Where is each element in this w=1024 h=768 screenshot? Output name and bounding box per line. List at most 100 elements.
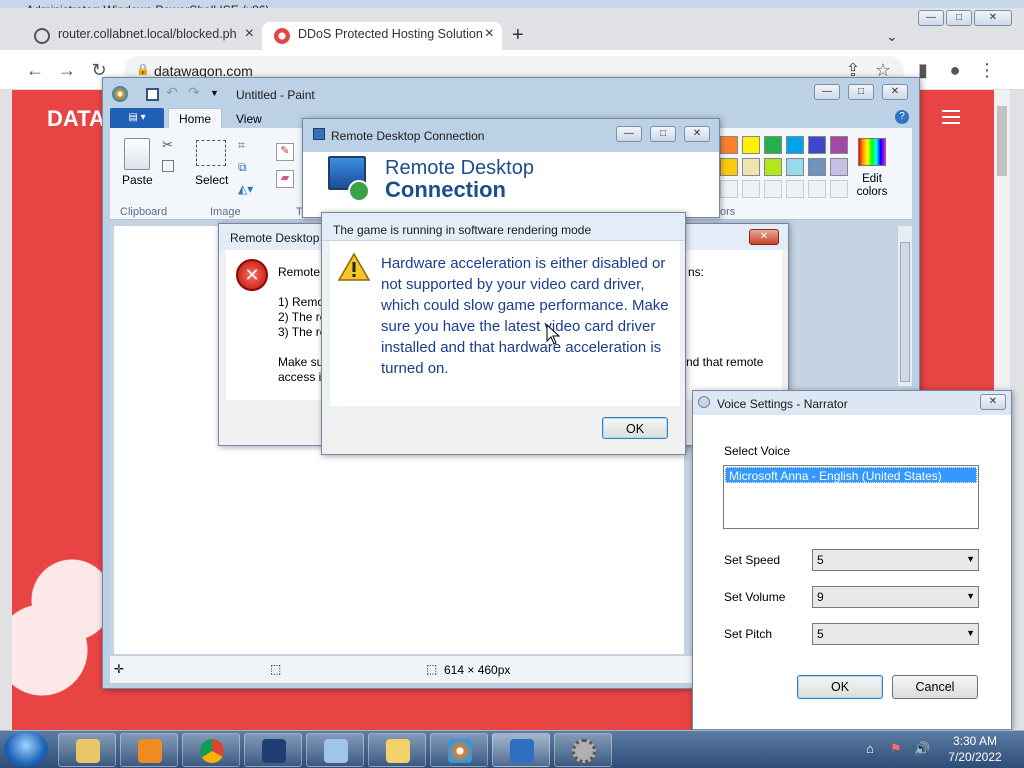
close-icon[interactable]: × — [245, 25, 254, 43]
color-swatch[interactable] — [830, 158, 848, 176]
select-voice-label: Select Voice — [724, 444, 791, 458]
color-swatch-empty[interactable] — [830, 180, 848, 198]
taskbar-chrome[interactable] — [182, 733, 240, 767]
close-icon[interactable]: ✕ — [684, 126, 710, 142]
powershell-icon — [262, 739, 286, 763]
rd-error-make-sure-right: nd that remote — [686, 355, 764, 369]
profile-icon[interactable]: ● — [942, 58, 968, 84]
eraser-icon[interactable]: ▰ — [276, 170, 294, 188]
hamburger-icon[interactable] — [942, 110, 960, 124]
color-swatch[interactable] — [720, 158, 738, 176]
rd-error-intro-right: ns: — [688, 265, 705, 279]
color-swatch[interactable] — [808, 158, 826, 176]
resize-icon[interactable]: ⧉ — [238, 160, 247, 175]
browser-window-controls: — □ ✕ — [916, 10, 1016, 28]
rdc-app-icon — [313, 128, 325, 140]
forward-icon[interactable]: → — [54, 58, 80, 84]
voice-cancel-button[interactable]: Cancel — [892, 675, 978, 699]
color-swatch[interactable] — [808, 136, 826, 154]
clock-date: 7/20/2022 — [948, 750, 1002, 764]
start-button[interactable] — [4, 731, 48, 767]
tab-ddos[interactable]: DDoS Protected Hosting Solution × — [262, 22, 502, 50]
volume-select[interactable]: 9 ▼ — [812, 586, 979, 608]
voice-ok-button[interactable]: OK — [797, 675, 883, 699]
game-ok-button[interactable]: OK — [602, 417, 668, 439]
select-label[interactable]: Select — [195, 173, 228, 187]
color-swatch-empty[interactable] — [808, 180, 826, 198]
mouse-cursor-icon — [546, 324, 561, 345]
close-icon[interactable]: × — [485, 25, 494, 43]
cloud-decoration — [12, 540, 112, 700]
taskbar-remote-desktop[interactable] — [492, 733, 550, 767]
close-icon[interactable]: ✕ — [974, 10, 1012, 26]
color-swatch[interactable] — [742, 158, 760, 176]
tab-view[interactable]: View — [236, 112, 262, 126]
undo-icon[interactable]: ↶ — [166, 84, 178, 101]
speed-select[interactable]: 5 ▼ — [812, 549, 979, 571]
color-swatch[interactable] — [786, 136, 804, 154]
close-icon[interactable]: ✕ — [882, 84, 908, 100]
taskbar-narrator[interactable] — [368, 733, 426, 767]
edit-colors-label[interactable]: Edit colors — [852, 173, 892, 199]
volume-icon[interactable]: 🔊 — [914, 741, 930, 757]
minimize-icon[interactable]: — — [616, 126, 642, 142]
tab-blocked[interactable]: router.collabnet.local/blocked.ph × — [22, 22, 262, 50]
copy-icon[interactable] — [162, 160, 174, 172]
taskbar-settings[interactable] — [554, 733, 612, 767]
taskbar-explorer[interactable] — [58, 733, 116, 767]
color-swatch-empty[interactable] — [764, 180, 782, 198]
network-icon[interactable]: ⌂ — [866, 741, 874, 756]
rdc-heading-line2: Connection — [385, 177, 506, 202]
back-icon[interactable]: ← — [22, 58, 48, 84]
color-swatch-empty[interactable] — [786, 180, 804, 198]
quick-access-dropdown-icon[interactable]: ▼ — [210, 88, 219, 98]
select-icon[interactable] — [196, 140, 226, 166]
color-swatch-empty[interactable] — [720, 180, 738, 198]
taskbar-powershell[interactable] — [244, 733, 302, 767]
save-icon[interactable] — [146, 88, 159, 101]
color-swatch-empty[interactable] — [742, 180, 760, 198]
color-swatch[interactable] — [786, 158, 804, 176]
crop-icon[interactable]: ⌗ — [238, 138, 245, 153]
close-icon[interactable]: ✕ — [749, 229, 779, 245]
help-icon[interactable]: ? — [895, 110, 909, 124]
minimize-icon[interactable]: — — [814, 84, 840, 100]
taskbar-notepad[interactable] — [306, 733, 364, 767]
color-swatch[interactable] — [764, 136, 782, 154]
minimize-icon[interactable]: — — [918, 10, 944, 26]
voice-list-item[interactable]: Microsoft Anna - English (United States) — [725, 467, 977, 483]
pitch-select[interactable]: 5 ▼ — [812, 623, 979, 645]
new-tab-button[interactable]: + — [512, 24, 524, 47]
paste-label[interactable]: Paste — [122, 173, 153, 187]
paint-app-icon — [112, 86, 128, 102]
edit-colors-icon[interactable] — [858, 138, 886, 166]
taskbar-paint[interactable] — [430, 733, 488, 767]
pencil-icon[interactable]: ✎ — [276, 143, 294, 161]
action-center-icon[interactable]: ⚑ — [890, 741, 902, 757]
color-swatch[interactable] — [830, 136, 848, 154]
taskbar-media-player[interactable] — [120, 733, 178, 767]
redo-icon[interactable]: ↷ — [188, 84, 200, 101]
paint-menu-button[interactable]: ▤ ▾ — [110, 108, 164, 128]
chevron-down-icon: ▼ — [966, 628, 975, 638]
paste-icon[interactable] — [124, 138, 150, 170]
tab-home[interactable]: Home — [168, 108, 222, 129]
paint-scrollbar[interactable] — [897, 226, 912, 386]
maximize-icon[interactable]: □ — [848, 84, 874, 100]
color-swatch[interactable] — [764, 158, 782, 176]
rotate-icon[interactable]: ◭▾ — [238, 182, 253, 196]
maximize-icon[interactable]: □ — [650, 126, 676, 142]
pitch-value: 5 — [817, 627, 824, 641]
voice-listbox[interactable]: Microsoft Anna - English (United States) — [723, 465, 979, 529]
clock[interactable]: 3:30 AM 7/20/2022 — [940, 733, 1010, 765]
close-icon[interactable]: ✕ — [980, 394, 1006, 410]
color-swatch[interactable] — [742, 136, 760, 154]
maximize-icon[interactable]: □ — [946, 10, 972, 26]
menu-dots-icon[interactable]: ⋮ — [974, 58, 1000, 84]
chevron-down-icon[interactable]: ⌄ — [886, 28, 898, 45]
gear-icon — [572, 739, 596, 763]
color-swatch[interactable] — [720, 136, 738, 154]
cut-icon[interactable]: ✂ — [162, 137, 173, 153]
colors-group-label: ors — [720, 206, 736, 218]
canvas-size-icon: ⬚ — [426, 662, 438, 676]
